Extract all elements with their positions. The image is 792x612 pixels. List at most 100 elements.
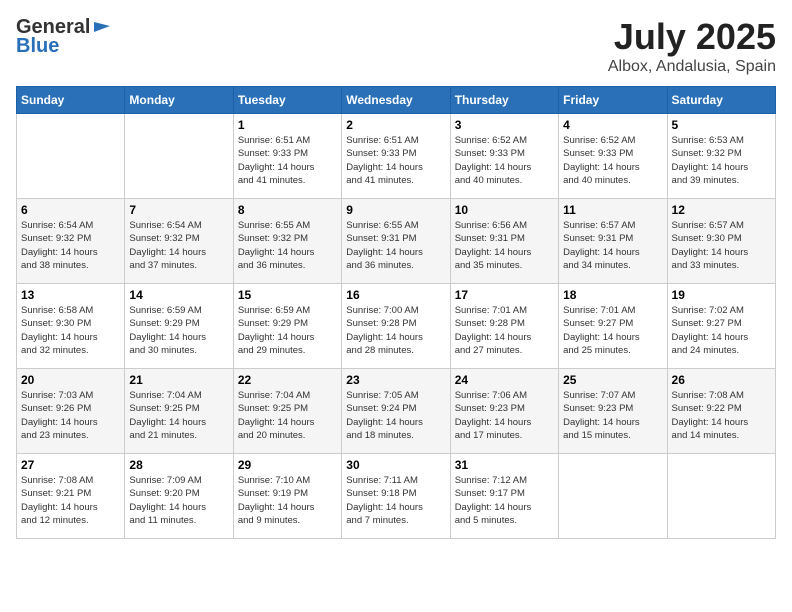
day-number: 21 — [129, 373, 228, 387]
calendar-cell: 8 Sunrise: 6:55 AM Sunset: 9:32 PM Daylig… — [233, 199, 341, 284]
day-number: 7 — [129, 203, 228, 217]
day-header-thursday: Thursday — [450, 87, 558, 114]
calendar-cell: 27 Sunrise: 7:08 AM Sunset: 9:21 PM Dayli… — [17, 454, 125, 539]
calendar-subtitle: Albox, Andalusia, Spain — [608, 58, 776, 76]
week-row-0: 1 Sunrise: 6:51 AM Sunset: 9:33 PM Daylig… — [17, 114, 776, 199]
day-info: Sunrise: 7:01 AM Sunset: 9:28 PM Dayligh… — [455, 304, 554, 357]
day-info: Sunrise: 6:55 AM Sunset: 9:32 PM Dayligh… — [238, 219, 337, 272]
logo-flag-icon — [92, 18, 112, 38]
day-number: 23 — [346, 373, 445, 387]
logo-blue-text: Blue — [16, 35, 59, 58]
day-header-wednesday: Wednesday — [342, 87, 450, 114]
logo: General Blue — [16, 16, 112, 58]
calendar-cell: 4 Sunrise: 6:52 AM Sunset: 9:33 PM Daylig… — [559, 114, 667, 199]
day-info: Sunrise: 7:03 AM Sunset: 9:26 PM Dayligh… — [21, 389, 120, 442]
calendar-cell — [667, 454, 775, 539]
day-info: Sunrise: 6:51 AM Sunset: 9:33 PM Dayligh… — [346, 134, 445, 187]
day-number: 17 — [455, 288, 554, 302]
day-info: Sunrise: 7:12 AM Sunset: 9:17 PM Dayligh… — [455, 474, 554, 527]
day-number: 5 — [672, 118, 771, 132]
day-info: Sunrise: 6:54 AM Sunset: 9:32 PM Dayligh… — [21, 219, 120, 272]
page-header: General Blue July 2025 Albox, Andalusia,… — [16, 16, 776, 76]
calendar-body: 1 Sunrise: 6:51 AM Sunset: 9:33 PM Daylig… — [17, 114, 776, 539]
calendar-cell: 17 Sunrise: 7:01 AM Sunset: 9:28 PM Dayli… — [450, 284, 558, 369]
day-info: Sunrise: 7:00 AM Sunset: 9:28 PM Dayligh… — [346, 304, 445, 357]
calendar-cell: 24Sunrise: 7:06 AM Sunset: 9:23 PM Dayli… — [450, 369, 558, 454]
day-info: Sunrise: 6:52 AM Sunset: 9:33 PM Dayligh… — [563, 134, 662, 187]
calendar-cell: 11 Sunrise: 6:57 AM Sunset: 9:31 PM Dayli… — [559, 199, 667, 284]
calendar-cell: 10 Sunrise: 6:56 AM Sunset: 9:31 PM Dayli… — [450, 199, 558, 284]
day-number: 3 — [455, 118, 554, 132]
calendar-cell: 15 Sunrise: 6:59 AM Sunset: 9:29 PM Dayli… — [233, 284, 341, 369]
calendar-cell: 26Sunrise: 7:08 AM Sunset: 9:22 PM Dayli… — [667, 369, 775, 454]
week-row-2: 13 Sunrise: 6:58 AM Sunset: 9:30 PM Dayli… — [17, 284, 776, 369]
day-info: Sunrise: 6:55 AM Sunset: 9:31 PM Dayligh… — [346, 219, 445, 272]
day-number: 9 — [346, 203, 445, 217]
calendar-cell: 16Sunrise: 7:00 AM Sunset: 9:28 PM Dayli… — [342, 284, 450, 369]
calendar-cell: 14Sunrise: 6:59 AM Sunset: 9:29 PM Dayli… — [125, 284, 233, 369]
calendar-header: SundayMondayTuesdayWednesdayThursdayFrid… — [17, 87, 776, 114]
calendar-title-block: July 2025 Albox, Andalusia, Spain — [608, 16, 776, 76]
day-number: 22 — [238, 373, 337, 387]
day-number: 15 — [238, 288, 337, 302]
calendar-cell: 21Sunrise: 7:04 AM Sunset: 9:25 PM Dayli… — [125, 369, 233, 454]
week-row-4: 27 Sunrise: 7:08 AM Sunset: 9:21 PM Dayli… — [17, 454, 776, 539]
day-number: 10 — [455, 203, 554, 217]
calendar-cell: 13 Sunrise: 6:58 AM Sunset: 9:30 PM Dayli… — [17, 284, 125, 369]
day-number: 27 — [21, 458, 120, 472]
calendar-cell: 20 Sunrise: 7:03 AM Sunset: 9:26 PM Dayli… — [17, 369, 125, 454]
day-header-saturday: Saturday — [667, 87, 775, 114]
day-number: 8 — [238, 203, 337, 217]
calendar-cell: 19 Sunrise: 7:02 AM Sunset: 9:27 PM Dayli… — [667, 284, 775, 369]
day-number: 4 — [563, 118, 662, 132]
day-info: Sunrise: 6:57 AM Sunset: 9:30 PM Dayligh… — [672, 219, 771, 272]
day-info: Sunrise: 6:52 AM Sunset: 9:33 PM Dayligh… — [455, 134, 554, 187]
day-number: 1 — [238, 118, 337, 132]
day-info: Sunrise: 7:04 AM Sunset: 9:25 PM Dayligh… — [238, 389, 337, 442]
calendar-cell: 1 Sunrise: 6:51 AM Sunset: 9:33 PM Daylig… — [233, 114, 341, 199]
day-info: Sunrise: 6:59 AM Sunset: 9:29 PM Dayligh… — [238, 304, 337, 357]
calendar-table: SundayMondayTuesdayWednesdayThursdayFrid… — [16, 86, 776, 539]
day-number: 13 — [21, 288, 120, 302]
day-number: 26 — [672, 373, 771, 387]
calendar-cell: 22 Sunrise: 7:04 AM Sunset: 9:25 PM Dayli… — [233, 369, 341, 454]
day-info: Sunrise: 6:58 AM Sunset: 9:30 PM Dayligh… — [21, 304, 120, 357]
day-number: 11 — [563, 203, 662, 217]
day-info: Sunrise: 7:02 AM Sunset: 9:27 PM Dayligh… — [672, 304, 771, 357]
day-info: Sunrise: 7:11 AM Sunset: 9:18 PM Dayligh… — [346, 474, 445, 527]
day-number: 2 — [346, 118, 445, 132]
days-of-week-row: SundayMondayTuesdayWednesdayThursdayFrid… — [17, 87, 776, 114]
day-number: 31 — [455, 458, 554, 472]
calendar-cell: 3 Sunrise: 6:52 AM Sunset: 9:33 PM Daylig… — [450, 114, 558, 199]
day-number: 28 — [129, 458, 228, 472]
day-header-tuesday: Tuesday — [233, 87, 341, 114]
day-header-friday: Friday — [559, 87, 667, 114]
day-info: Sunrise: 6:53 AM Sunset: 9:32 PM Dayligh… — [672, 134, 771, 187]
day-number: 20 — [21, 373, 120, 387]
day-info: Sunrise: 7:08 AM Sunset: 9:21 PM Dayligh… — [21, 474, 120, 527]
calendar-cell: 28 Sunrise: 7:09 AM Sunset: 9:20 PM Dayli… — [125, 454, 233, 539]
calendar-cell — [17, 114, 125, 199]
day-info: Sunrise: 7:09 AM Sunset: 9:20 PM Dayligh… — [129, 474, 228, 527]
calendar-cell: 7Sunrise: 6:54 AM Sunset: 9:32 PM Daylig… — [125, 199, 233, 284]
day-header-monday: Monday — [125, 87, 233, 114]
day-number: 19 — [672, 288, 771, 302]
week-row-3: 20 Sunrise: 7:03 AM Sunset: 9:26 PM Dayli… — [17, 369, 776, 454]
day-number: 6 — [21, 203, 120, 217]
day-number: 29 — [238, 458, 337, 472]
calendar-cell: 2 Sunrise: 6:51 AM Sunset: 9:33 PM Daylig… — [342, 114, 450, 199]
day-info: Sunrise: 6:57 AM Sunset: 9:31 PM Dayligh… — [563, 219, 662, 272]
calendar-cell: 9 Sunrise: 6:55 AM Sunset: 9:31 PM Daylig… — [342, 199, 450, 284]
day-info: Sunrise: 7:01 AM Sunset: 9:27 PM Dayligh… — [563, 304, 662, 357]
calendar-cell: 29Sunrise: 7:10 AM Sunset: 9:19 PM Dayli… — [233, 454, 341, 539]
day-info: Sunrise: 6:51 AM Sunset: 9:33 PM Dayligh… — [238, 134, 337, 187]
calendar-cell — [559, 454, 667, 539]
day-number: 18 — [563, 288, 662, 302]
day-info: Sunrise: 7:05 AM Sunset: 9:24 PM Dayligh… — [346, 389, 445, 442]
calendar-cell: 5 Sunrise: 6:53 AM Sunset: 9:32 PM Daylig… — [667, 114, 775, 199]
calendar-cell — [125, 114, 233, 199]
day-info: Sunrise: 6:56 AM Sunset: 9:31 PM Dayligh… — [455, 219, 554, 272]
calendar-cell: 25Sunrise: 7:07 AM Sunset: 9:23 PM Dayli… — [559, 369, 667, 454]
calendar-cell: 12Sunrise: 6:57 AM Sunset: 9:30 PM Dayli… — [667, 199, 775, 284]
day-number: 14 — [129, 288, 228, 302]
